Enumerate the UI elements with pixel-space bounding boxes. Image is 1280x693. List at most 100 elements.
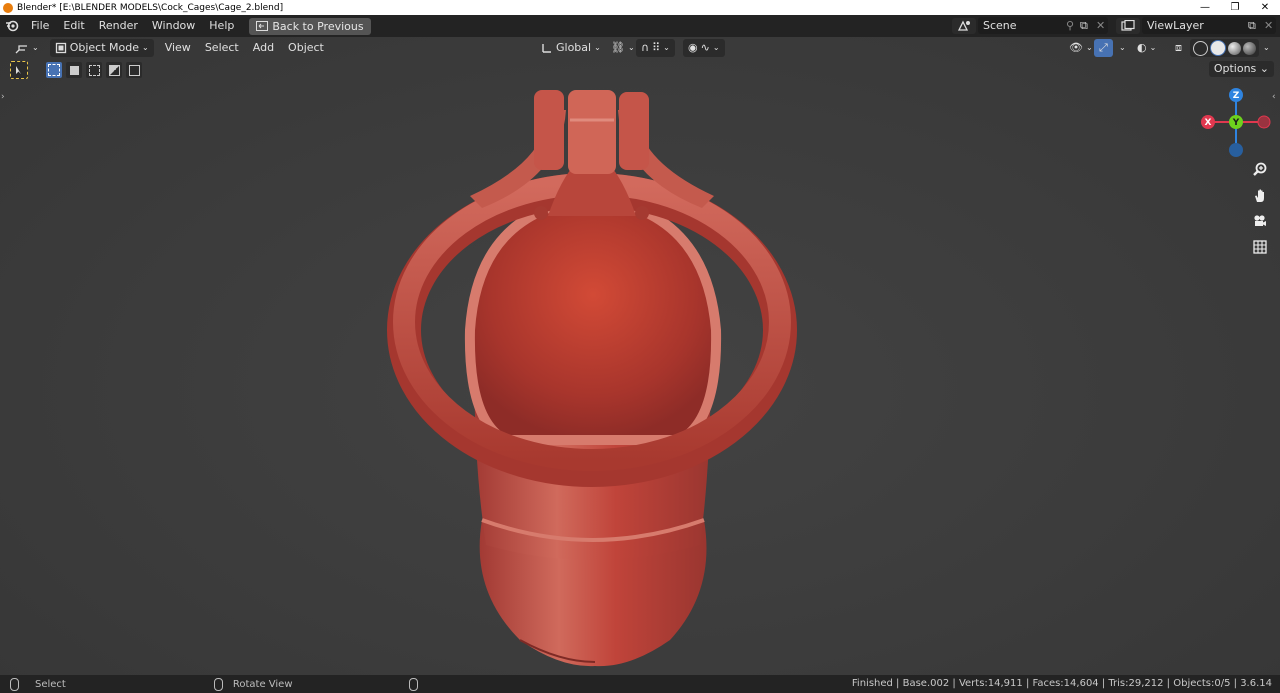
chevron-down-icon: ⌄ (1085, 43, 1093, 52)
delete-scene-icon[interactable]: ✕ (1096, 19, 1108, 32)
gizmo-icon: ⤢ (1099, 41, 1108, 54)
overlays-icon: ◐ (1137, 41, 1147, 54)
close-button[interactable]: ✕ (1250, 2, 1280, 13)
menu-view[interactable]: View (158, 37, 198, 59)
perspective-toggle-button[interactable] (1249, 236, 1271, 258)
orientation-label: Global (556, 41, 592, 54)
editor-type-icon (15, 45, 27, 54)
left-mouse-icon (10, 677, 19, 691)
blender-logo-icon (3, 2, 13, 13)
hand-icon (1255, 189, 1264, 202)
select-extend-icon[interactable] (66, 62, 82, 78)
select-intersect-icon[interactable] (126, 62, 142, 78)
cage-model (387, 90, 797, 667)
rendered-shading-icon[interactable] (1243, 41, 1256, 55)
shading-options-button[interactable]: ⌄ (1258, 39, 1275, 57)
chevron-down-icon: ⌄ (712, 43, 720, 52)
new-viewlayer-icon[interactable]: ⧉ (1248, 19, 1264, 33)
proportional-edit-button[interactable]: ◉ ∿ ⌄ (683, 39, 725, 57)
viewlayer-icon (1121, 20, 1135, 31)
eye-icon: 👁 (1069, 41, 1083, 54)
select-subtract-icon[interactable] (86, 62, 102, 78)
transform-orientation-dropdown[interactable]: Global ⌄ (536, 39, 606, 57)
show-gizmo-button[interactable]: ⤢ (1094, 39, 1113, 57)
chevron-down-icon: ⌄ (663, 43, 670, 52)
right-mouse-icon (408, 677, 418, 691)
scene-name: Scene (983, 19, 1017, 32)
pin-icon[interactable]: ⚲ (1066, 19, 1080, 32)
select-new-icon[interactable] (46, 62, 62, 78)
viewport-header: ⌄ Object Mode ⌄ View Select Add Object G… (0, 37, 1280, 59)
scene-selector[interactable] (952, 18, 976, 34)
menu-add[interactable]: Add (246, 37, 281, 59)
window-titlebar: Blender* [E:\BLENDER MODELS\Cock_Cages\C… (0, 0, 1280, 15)
snap-grid-icon: ⠿ (652, 41, 661, 54)
pivot-point-button[interactable]: ⛓ ⌄ (606, 39, 640, 57)
viewlayer-name: ViewLayer (1147, 19, 1204, 32)
material-shading-icon[interactable] (1228, 41, 1241, 55)
object-mode-icon (55, 42, 66, 54)
window-title: Blender* [E:\BLENDER MODELS\Cock_Cages\C… (17, 2, 284, 13)
menu-select[interactable]: Select (198, 37, 246, 59)
3d-viewport[interactable] (0, 37, 1280, 675)
editor-type-button[interactable]: ⌄ (10, 39, 44, 57)
chevron-down-icon: ⌄ (142, 43, 149, 52)
menu-help[interactable]: Help (202, 15, 241, 37)
pivot-icon: ⛓ (611, 41, 625, 54)
menu-object[interactable]: Object (281, 37, 331, 59)
camera-view-button[interactable] (1249, 210, 1271, 232)
status-rotate-label: Rotate View (232, 678, 293, 690)
gizmo-z-label: Z (1233, 91, 1240, 101)
xray-toggle[interactable]: ⧈ (1170, 39, 1187, 57)
delete-viewlayer-icon[interactable]: ✕ (1264, 19, 1276, 32)
chevron-down-icon: ⌄ (594, 43, 601, 52)
gizmo-y-label: Y (1232, 118, 1240, 128)
toolbar-row (10, 61, 142, 79)
menu-file[interactable]: File (24, 15, 56, 37)
shading-modes (1190, 39, 1259, 57)
toolbar-toggle-arrow-icon[interactable]: › (1, 92, 5, 102)
chevron-down-icon: ⌄ (1263, 43, 1270, 52)
scene-name-field[interactable]: Scene ⚲ ⧉ ✕ (978, 17, 1108, 34)
middle-mouse-icon (213, 677, 223, 691)
gizmo-x-label: X (1205, 118, 1212, 128)
overlays-button[interactable]: ◐ ⌄ (1132, 39, 1161, 57)
scene-statistics: Finished | Base.002 | Verts:14,911 | Fac… (851, 678, 1272, 689)
menu-edit[interactable]: Edit (56, 15, 91, 37)
snap-icon: ∩ (641, 41, 650, 54)
orientation-icon (542, 44, 551, 53)
options-dropdown[interactable]: Options ⌄ (1208, 61, 1274, 77)
object-mode-label: Object Mode (69, 41, 139, 54)
back-to-previous-label: Back to Previous (272, 19, 364, 33)
camera-icon (1254, 215, 1266, 226)
menu-render[interactable]: Render (92, 15, 145, 37)
object-visibility-button[interactable]: 👁 ⌄ (1064, 39, 1098, 57)
status-bar: Select Rotate View Finished | Base.002 |… (0, 675, 1280, 693)
blender-menu-icon[interactable] (0, 20, 24, 32)
grid-icon (1253, 240, 1267, 254)
snap-button[interactable]: ∩ ⠿ ⌄ (636, 39, 675, 57)
zoom-button[interactable] (1249, 159, 1271, 181)
back-to-previous-button[interactable]: Back to Previous (249, 17, 371, 35)
options-label: Options (1213, 62, 1257, 75)
falloff-icon: ∿ (700, 41, 710, 54)
top-menu-bar: File Edit Render Window Help Back to Pre… (0, 15, 1280, 37)
navigation-gizmo[interactable]: Z X Y (1200, 86, 1275, 160)
proportional-edit-icon: ◉ (688, 41, 698, 54)
select-tool-icon[interactable] (10, 61, 28, 79)
minimize-button[interactable]: — (1190, 2, 1220, 13)
solid-shading-icon[interactable] (1210, 40, 1226, 56)
viewlayer-name-field[interactable]: ViewLayer ⧉ ✕ (1142, 17, 1276, 34)
viewlayer-selector[interactable] (1116, 18, 1140, 34)
gizmo-options-button[interactable]: ⌄ (1114, 39, 1131, 57)
chevron-down-icon: ⌄ (1119, 43, 1126, 52)
pan-button[interactable] (1249, 185, 1271, 207)
gizmo-neg-x-axis (1257, 115, 1271, 129)
wireframe-shading-icon[interactable] (1193, 40, 1208, 56)
restore-button[interactable]: ❐ (1220, 2, 1250, 13)
object-mode-dropdown[interactable]: Object Mode ⌄ (49, 39, 154, 57)
new-scene-icon[interactable]: ⧉ (1080, 19, 1096, 33)
menu-window[interactable]: Window (145, 15, 202, 37)
select-invert-icon[interactable] (106, 62, 122, 78)
chevron-down-icon: ⌄ (1149, 43, 1157, 52)
